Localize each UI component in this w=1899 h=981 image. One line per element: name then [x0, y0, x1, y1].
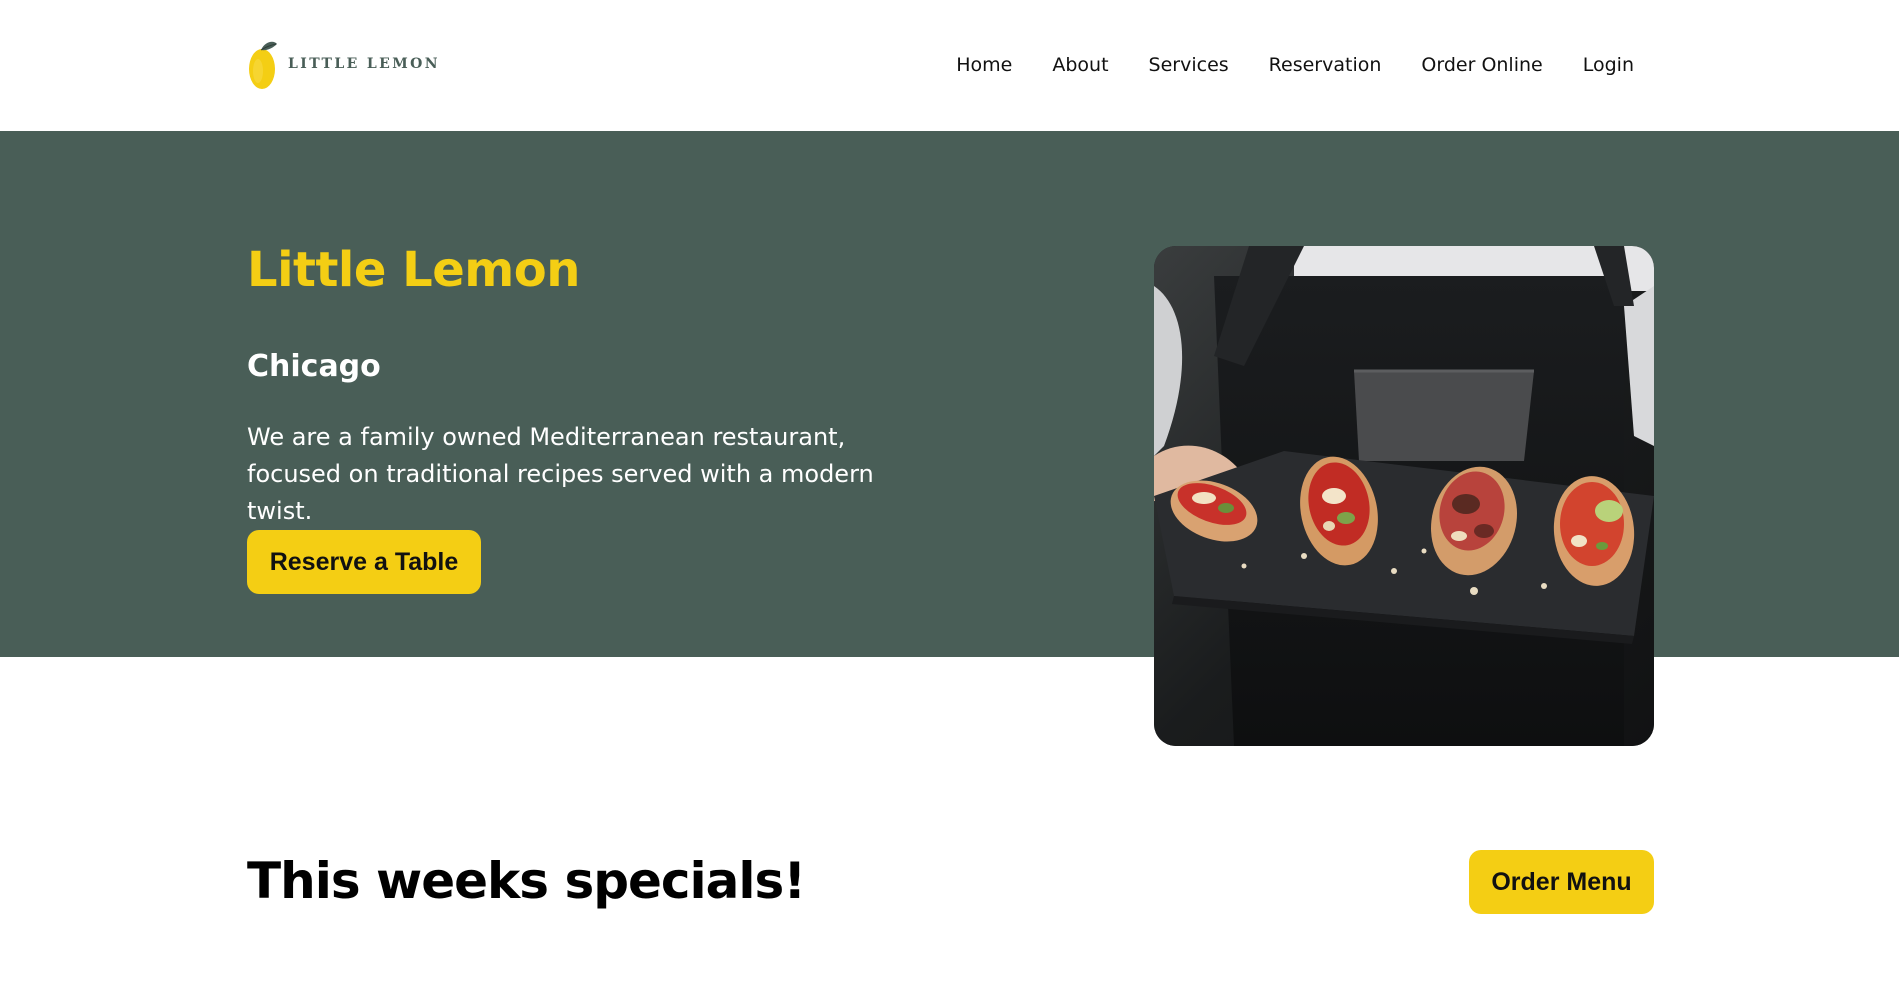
site-header: LITTLE LEMON Home About Services Reserva… [0, 0, 1899, 131]
hero-image [1154, 246, 1654, 746]
logo-text: LITTLE LEMON [288, 56, 440, 72]
nav-item-order-online[interactable]: Order Online [1421, 54, 1542, 76]
logo[interactable]: LITTLE LEMON [247, 38, 440, 90]
specials-title: This weeks specials! [247, 852, 806, 910]
nav-item-login[interactable]: Login [1583, 54, 1634, 76]
reserve-table-button[interactable]: Reserve a Table [247, 530, 481, 594]
nav-item-reservation[interactable]: Reservation [1269, 54, 1382, 76]
nav-item-home[interactable]: Home [956, 54, 1012, 76]
hero-subtitle: Chicago [247, 349, 381, 384]
nav-item-about[interactable]: About [1052, 54, 1108, 76]
food-photo-icon [1154, 246, 1654, 746]
lemon-logo-icon [249, 41, 277, 89]
main-nav: Home About Services Reservation Order On… [956, 54, 1634, 76]
hero-description: We are a family owned Mediterranean rest… [247, 423, 874, 525]
order-menu-button[interactable]: Order Menu [1469, 850, 1654, 914]
hero-title: Little Lemon [247, 242, 580, 298]
nav-item-services[interactable]: Services [1149, 54, 1229, 76]
